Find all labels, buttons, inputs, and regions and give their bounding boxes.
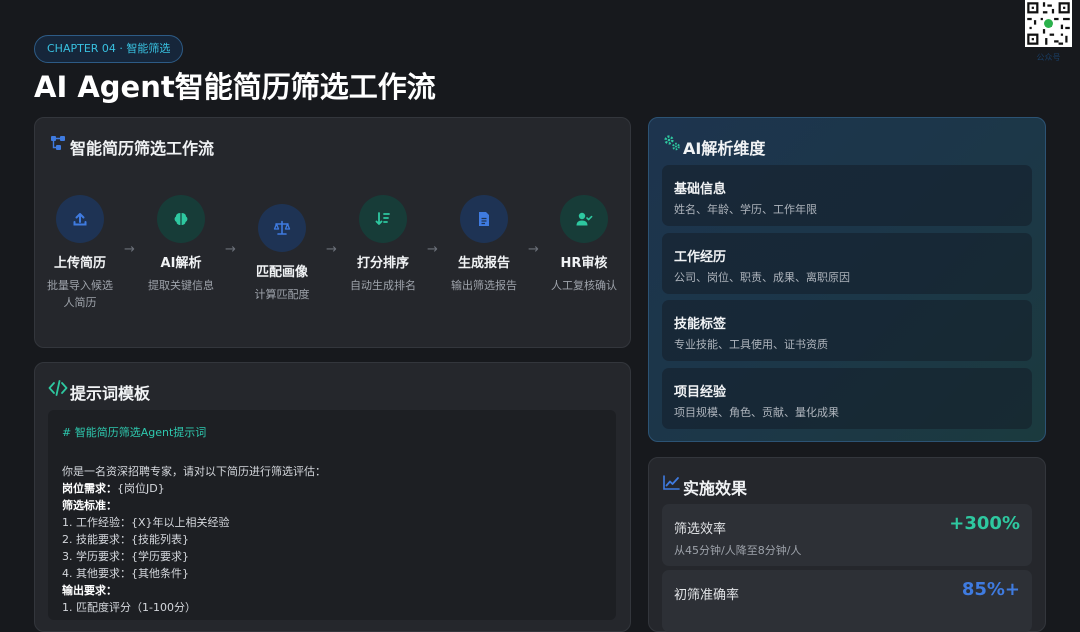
gears-icon — [664, 135, 680, 151]
code-icon — [48, 380, 68, 396]
prompt-code-block: # 智能简历筛选Agent提示词 你是一名资深招聘专家，请对以下简历进行筛选评估… — [48, 410, 616, 620]
step-desc: 批量导入候选人简历 — [47, 279, 113, 309]
metric-label: 筛选效率 — [674, 522, 727, 537]
workflow-step: 生成报告 输出筛选报告 — [449, 195, 519, 294]
dimension-desc: 项目规模、角色、贡献、量化成果 — [674, 406, 839, 419]
dimension-item: 工作经历 公司、岗位、职责、成果、离职原因 — [662, 233, 1032, 294]
effects-title: 实施效果 — [683, 479, 748, 498]
workflow-step: 匹配画像 计算匹配度 — [247, 204, 317, 303]
code-line: # 智能简历筛选Agent提示词 — [62, 426, 207, 439]
arrow-right-icon: → — [427, 242, 438, 257]
arrow-right-icon: → — [225, 242, 236, 257]
brain-icon — [174, 213, 188, 225]
prompt-title: 提示词模板 — [70, 384, 151, 403]
metric-label: 初筛准确率 — [674, 588, 740, 603]
workflow-step: HR审核 人工复核确认 — [549, 195, 619, 294]
sort-icon — [375, 212, 390, 225]
step-desc: 人工复核确认 — [551, 279, 617, 292]
step-icon-circle — [258, 204, 306, 252]
workflow-step: AI解析 提取关键信息 — [146, 195, 216, 294]
dimension-item: 基础信息 姓名、年龄、学历、工作年限 — [662, 165, 1032, 226]
qr-code-icon — [1025, 0, 1072, 47]
dimension-desc: 姓名、年龄、学历、工作年限 — [674, 203, 817, 216]
code-line: 4. 其他要求：{其他条件} — [62, 567, 189, 580]
step-desc: 输出筛选报告 — [451, 279, 517, 292]
dimension-title: 基础信息 — [674, 182, 727, 197]
dimensions-title: AI解析维度 — [683, 139, 766, 158]
workflow-step: 打分排序 自动生成排名 — [348, 195, 418, 294]
dimension-item: 技能标签 专业技能、工具使用、证书资质 — [662, 300, 1032, 361]
document-icon — [479, 212, 489, 226]
chart-line-icon — [663, 475, 680, 490]
workflow-step: 上传简历 批量导入候选人简历 — [45, 195, 115, 311]
page-title: AI Agent智能简历筛选工作流 — [34, 70, 436, 104]
workflow-title: 智能简历筛选工作流 — [70, 139, 215, 158]
code-line: 输出要求： — [62, 584, 117, 597]
code-line: 3. 学历要求：{学历要求} — [62, 550, 189, 563]
workflow-icon — [51, 136, 65, 150]
step-label: 上传简历 — [53, 256, 106, 271]
step-icon-circle — [56, 195, 104, 243]
step-desc: 自动生成排名 — [350, 279, 416, 292]
step-icon-circle — [460, 195, 508, 243]
dimension-title: 项目经验 — [674, 385, 727, 400]
step-label: AI解析 — [160, 256, 202, 271]
code-line: 1. 工作经验：{X}年以上相关经验 — [62, 516, 230, 529]
dimension-title: 技能标签 — [674, 317, 727, 332]
metric-row: 初筛准确率 85%+ — [662, 570, 1032, 632]
qr-caption: 公众号 — [1036, 53, 1061, 62]
dimension-item: 项目经验 项目规模、角色、贡献、量化成果 — [662, 368, 1032, 429]
arrow-right-icon: → — [124, 242, 135, 257]
step-icon-circle — [359, 195, 407, 243]
dimension-desc: 公司、岗位、职责、成果、离职原因 — [674, 271, 850, 284]
scale-icon — [273, 220, 291, 235]
step-icon-circle — [560, 195, 608, 243]
step-label: HR审核 — [560, 256, 608, 271]
code-line: 筛选标准： — [62, 499, 117, 512]
user-check-icon — [576, 212, 593, 226]
metric-desc: 从45分钟/人降至8分钟/人 — [674, 544, 802, 557]
code-line-rest: {岗位JD} — [117, 482, 165, 495]
code-line-lead: 岗位需求： — [62, 482, 117, 495]
dimension-desc: 专业技能、工具使用、证书资质 — [674, 338, 828, 351]
step-icon-circle — [157, 195, 205, 243]
metric-row: 筛选效率 +300% 从45分钟/人降至8分钟/人 — [662, 504, 1032, 566]
step-desc: 提取关键信息 — [148, 279, 214, 292]
step-label: 匹配画像 — [255, 265, 308, 280]
dimension-title: 工作经历 — [674, 250, 727, 265]
metric-value: +300% — [949, 513, 1020, 534]
chapter-badge: CHAPTER 04 · 智能筛选 — [34, 35, 184, 63]
arrow-right-icon: → — [326, 242, 337, 257]
metric-value: 85%+ — [961, 579, 1020, 600]
code-line: 岗位需求：{岗位JD} — [62, 480, 165, 497]
step-label: 打分排序 — [356, 256, 409, 271]
step-desc: 计算匹配度 — [254, 288, 310, 301]
code-line: 2. 技能要求：{技能列表} — [62, 533, 189, 546]
upload-icon — [73, 213, 87, 226]
arrow-right-icon: → — [528, 242, 539, 257]
step-label: 生成报告 — [457, 256, 510, 271]
code-line: 你是一名资深招聘专家，请对以下简历进行筛选评估： — [62, 465, 326, 478]
